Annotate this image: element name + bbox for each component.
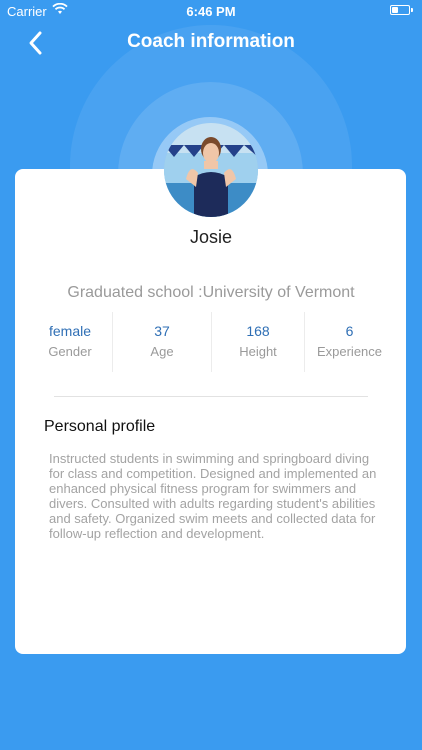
stat-age: 37 Age <box>113 312 211 372</box>
stat-value: 6 <box>345 323 354 339</box>
stats-row: female Gender 37 Age 168 Height 6 Experi… <box>28 312 394 372</box>
stat-value: 37 <box>154 323 170 339</box>
avatar <box>164 123 258 217</box>
graduated-school: Graduated school :University of Vermont <box>67 284 355 301</box>
status-time: 6:46 PM <box>186 4 236 19</box>
stat-height: 168 Height <box>212 312 304 372</box>
stat-label: Age <box>150 344 174 359</box>
profile-heading: Personal profile <box>44 418 156 435</box>
stat-experience: 6 Experience <box>305 312 394 372</box>
stat-value: female <box>48 323 92 339</box>
stat-label: Experience <box>316 344 383 359</box>
stat-gender: female Gender <box>28 312 112 372</box>
stat-label: Gender <box>48 344 92 359</box>
profile-description: Instructed students in swimming and spri… <box>49 451 377 541</box>
stat-value: 168 <box>246 323 270 339</box>
status-bar: Carrier 6:46 PM <box>0 0 422 22</box>
section-divider <box>54 396 368 397</box>
coach-name: Josie <box>189 227 233 247</box>
stat-label: Height <box>239 344 277 359</box>
avatar-frame <box>152 117 268 233</box>
battery-icon <box>390 5 413 15</box>
